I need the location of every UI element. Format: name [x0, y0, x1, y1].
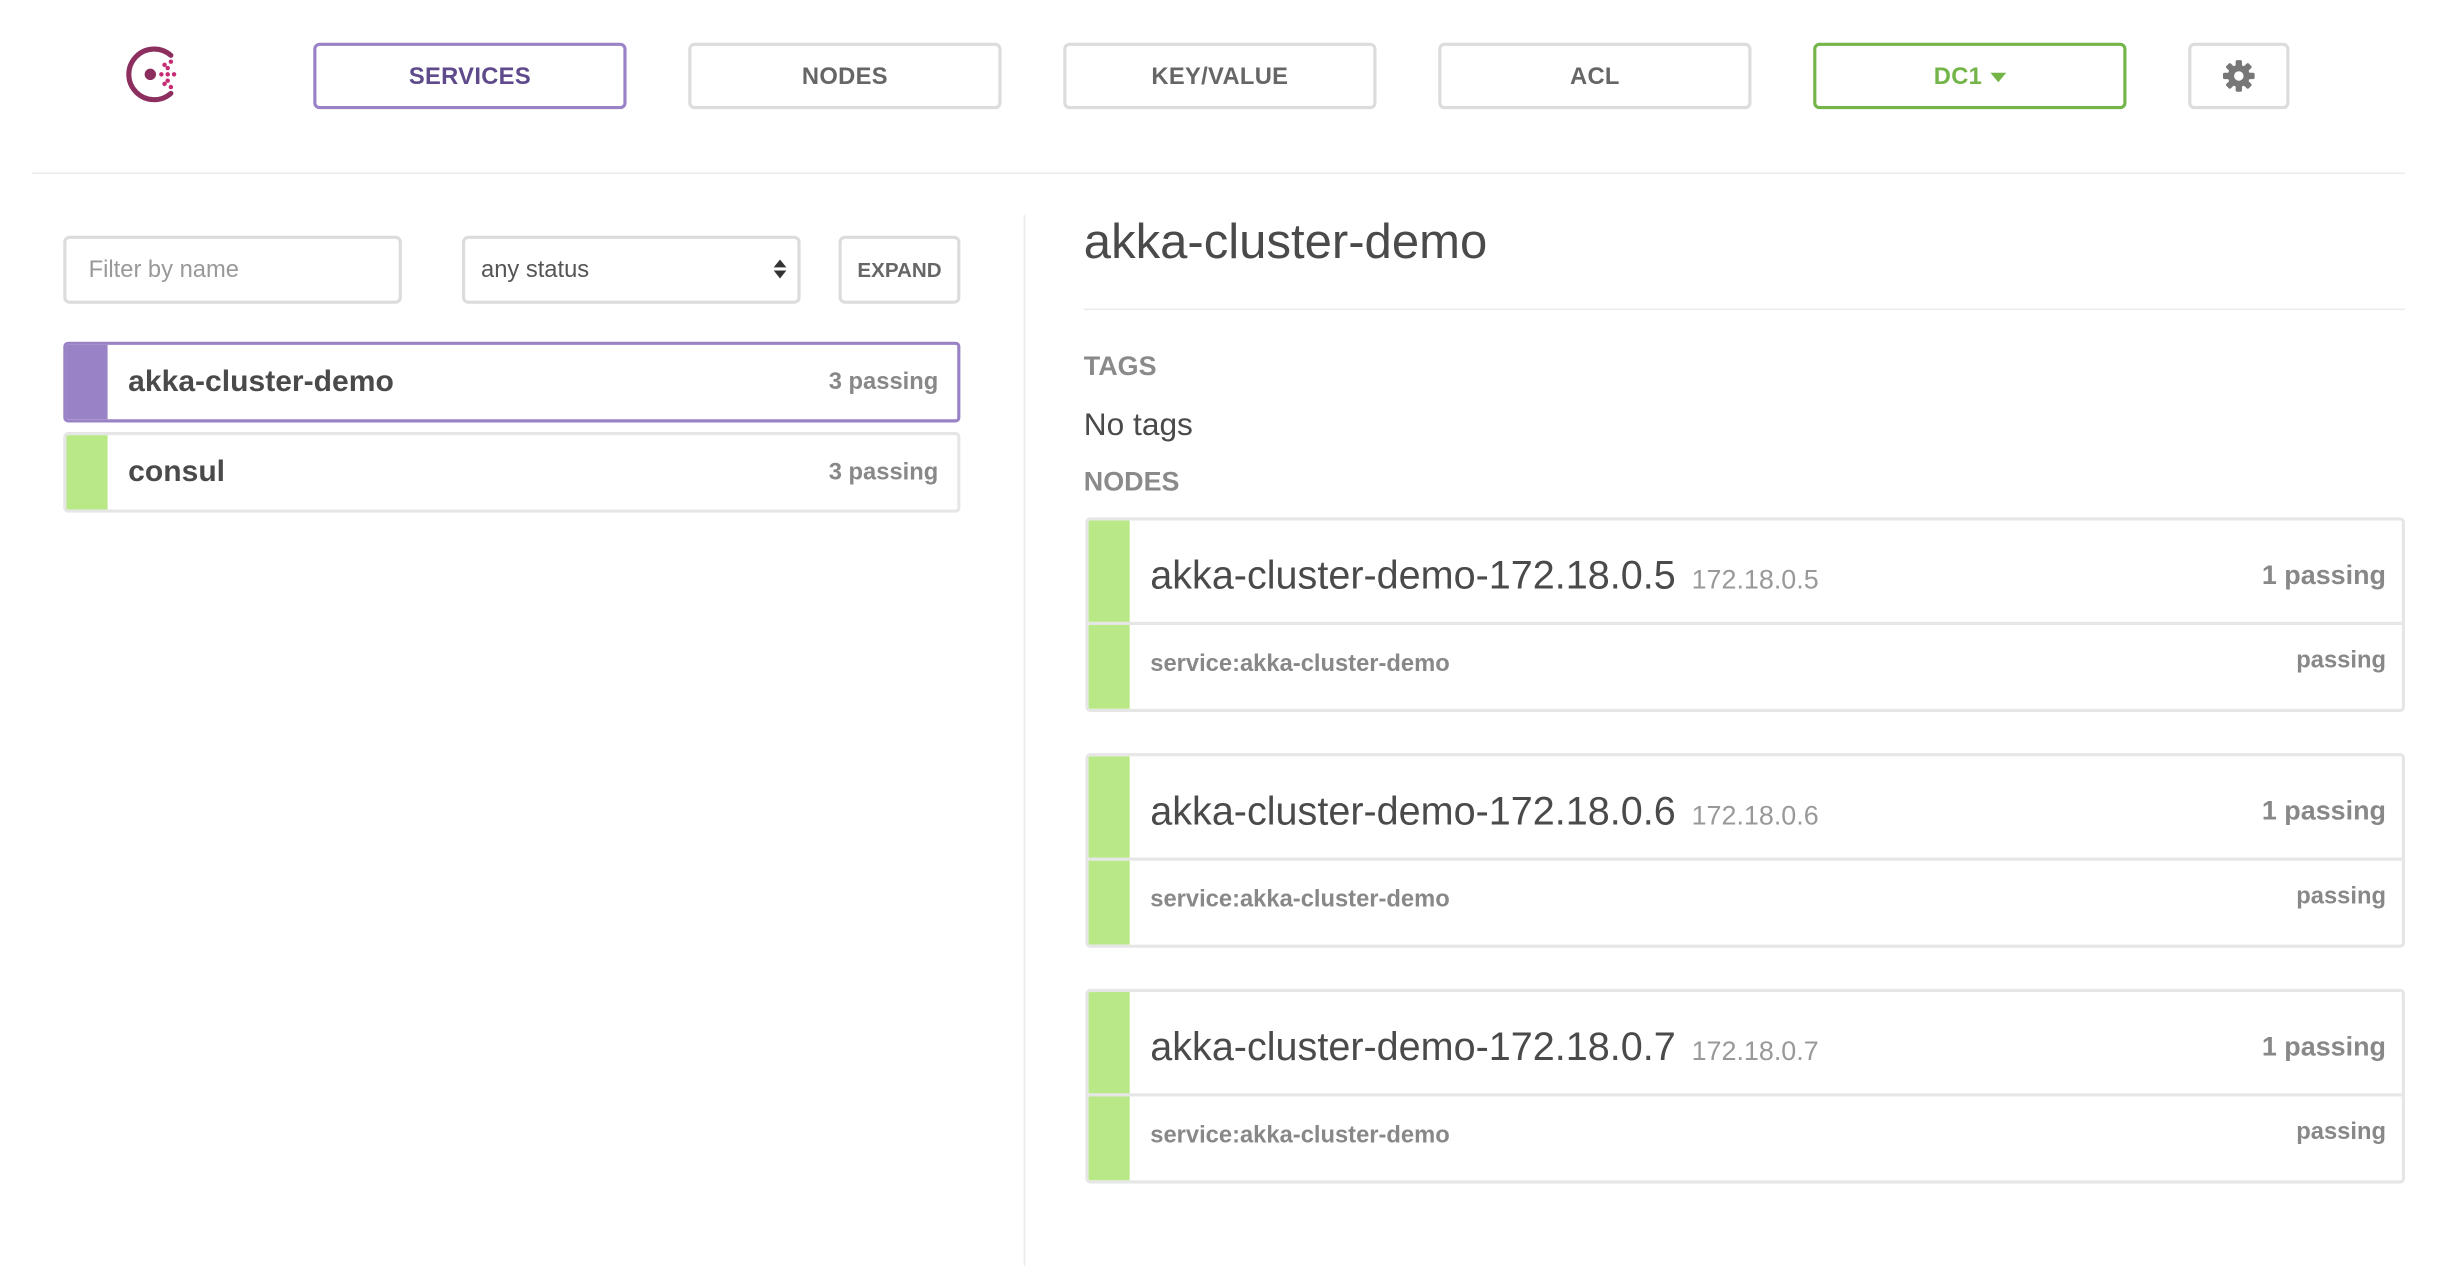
node-name-line: akka-cluster-demo-172.18.0.6 172.18.0.6: [1150, 756, 1818, 857]
node-card: akka-cluster-demo-172.18.0.6 172.18.0.6 1…: [1085, 753, 2405, 948]
check-status-bar: [1088, 624, 1130, 709]
check-status: passing: [2296, 882, 2386, 910]
header-divider: [31, 172, 2405, 175]
consul-ui: SERVICES NODES KEY/VALUE ACL DC1 any sta…: [0, 0, 2446, 1266]
node-name-line: akka-cluster-demo-172.18.0.7 172.18.0.7: [1150, 992, 1818, 1093]
nav-key-value-button[interactable]: KEY/VALUE: [1063, 42, 1377, 110]
check-name: service:akka-cluster-demo: [1150, 886, 1450, 913]
node-header[interactable]: akka-cluster-demo-172.18.0.6 172.18.0.6 1…: [1088, 756, 2402, 861]
service-item-consul[interactable]: consul 3 passing: [63, 431, 961, 513]
node-status-bar: [1088, 756, 1130, 858]
gear-icon: [2222, 60, 2255, 92]
consul-logo-icon[interactable]: [120, 41, 186, 107]
node-check-row: service:akka-cluster-demo passing: [1088, 1096, 2402, 1181]
filter-by-name-input[interactable]: [63, 235, 402, 304]
select-arrows-icon: [773, 259, 787, 279]
service-health-status: 3 passing: [828, 458, 939, 486]
check-status: passing: [2296, 647, 2386, 675]
check-status: passing: [2296, 1118, 2386, 1146]
node-status-bar: [1088, 992, 1130, 1094]
nodes-heading: NODES: [1083, 466, 1180, 497]
tags-value: No tags: [1083, 408, 1193, 444]
node-name: akka-cluster-demo-172.18.0.5: [1150, 553, 1676, 599]
node-address: 172.18.0.7: [1691, 1036, 1819, 1067]
node-address: 172.18.0.5: [1691, 564, 1819, 595]
status-filter-value: any status: [480, 256, 590, 284]
tags-heading: TAGS: [1083, 351, 1157, 382]
column-divider: [1023, 215, 1026, 1266]
node-health-status: 1 passing: [2261, 795, 2386, 826]
datacenter-dropdown[interactable]: DC1: [1813, 42, 2127, 110]
node-address: 172.18.0.6: [1691, 800, 1819, 831]
node-header[interactable]: akka-cluster-demo-172.18.0.7 172.18.0.7 1…: [1088, 992, 2402, 1097]
expand-button[interactable]: EXPAND: [838, 235, 961, 304]
service-status-bar: [66, 435, 108, 510]
service-health-status: 3 passing: [828, 368, 939, 396]
node-header[interactable]: akka-cluster-demo-172.18.0.5 172.18.0.5 1…: [1088, 520, 2402, 625]
check-name: service:akka-cluster-demo: [1150, 650, 1450, 678]
nav-nodes-button[interactable]: NODES: [688, 42, 1002, 110]
node-card: akka-cluster-demo-172.18.0.5 172.18.0.5 1…: [1085, 517, 2405, 712]
service-status-bar: [66, 344, 108, 420]
status-filter-select[interactable]: any status: [462, 235, 801, 304]
service-name: akka-cluster-demo: [128, 365, 394, 399]
check-status-bar: [1088, 1096, 1130, 1181]
settings-button[interactable]: [2188, 42, 2290, 110]
node-health-status: 1 passing: [2261, 560, 2386, 591]
nav-services-button[interactable]: SERVICES: [313, 42, 627, 110]
check-status-bar: [1088, 860, 1130, 945]
service-item-akka-cluster-demo[interactable]: akka-cluster-demo 3 passing: [63, 341, 961, 423]
node-check-row: service:akka-cluster-demo passing: [1088, 624, 2402, 709]
node-name: akka-cluster-demo-172.18.0.6: [1150, 789, 1676, 834]
nav-acl-button[interactable]: ACL: [1438, 42, 1752, 110]
service-detail-title: akka-cluster-demo: [1083, 213, 1488, 269]
check-name: service:akka-cluster-demo: [1150, 1121, 1450, 1149]
service-name: consul: [128, 455, 226, 489]
datacenter-label: DC1: [1933, 62, 1983, 90]
caret-down-icon: [1990, 72, 2006, 83]
node-card: akka-cluster-demo-172.18.0.7 172.18.0.7 1…: [1085, 988, 2405, 1184]
node-name-line: akka-cluster-demo-172.18.0.5 172.18.0.5: [1150, 521, 1818, 622]
node-name: akka-cluster-demo-172.18.0.7: [1150, 1025, 1676, 1070]
node-health-status: 1 passing: [2261, 1031, 2386, 1062]
node-status-bar: [1088, 520, 1130, 622]
node-check-row: service:akka-cluster-demo passing: [1088, 860, 2402, 945]
title-divider: [1083, 308, 2405, 311]
